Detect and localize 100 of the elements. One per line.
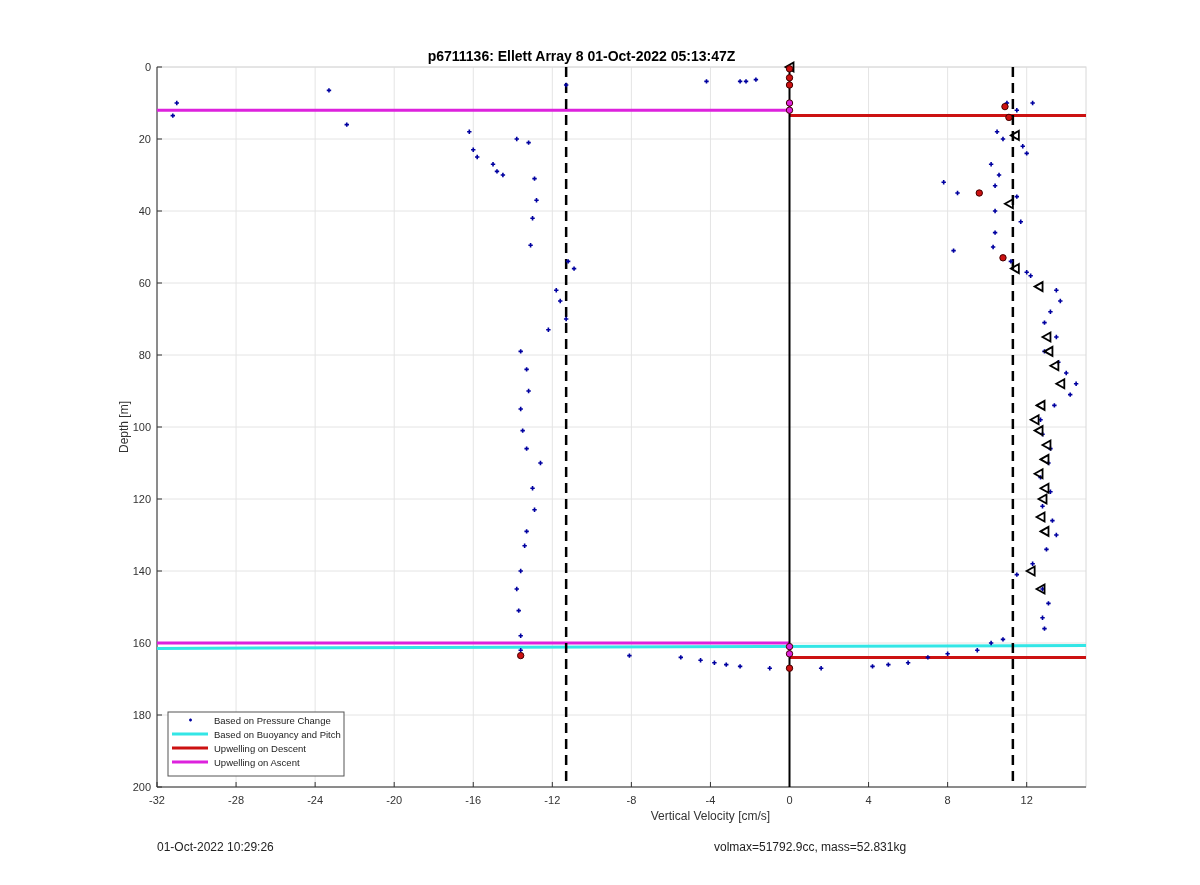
- data-point: [1049, 517, 1056, 524]
- data-point: [992, 182, 999, 189]
- data-point: [531, 506, 538, 513]
- data-point: [169, 112, 176, 119]
- x-tick-label: -8: [626, 794, 637, 806]
- data-point: [697, 657, 704, 664]
- x-tick-label: -16: [465, 794, 482, 806]
- data-point: [1051, 402, 1058, 409]
- data-point: [537, 460, 544, 466]
- data-point: [1043, 546, 1050, 553]
- triangle-marker: [1024, 564, 1036, 578]
- legend-label: Upwelling on Descent: [214, 742, 306, 754]
- y-tick-label: 180: [132, 709, 151, 721]
- legend-swatch: [172, 760, 208, 764]
- data-point: [517, 406, 524, 412]
- data-point: [885, 661, 892, 668]
- data-point: [513, 586, 520, 592]
- x-tick-label: -32: [149, 794, 165, 806]
- data-point: [1029, 560, 1036, 567]
- data-point: [752, 76, 759, 83]
- x-tick-label: 0: [786, 794, 793, 806]
- data-point: [527, 242, 534, 249]
- x-tick-label: -24: [307, 794, 324, 806]
- data-point: [517, 568, 524, 574]
- data-point: [513, 136, 520, 142]
- data-point: [924, 654, 931, 661]
- data-point: [1037, 416, 1044, 423]
- chart-title: p6711136: Ellett Array 8 01-Oct-2022 05:13:47Z: [427, 48, 736, 64]
- triangle-marker: [1032, 467, 1044, 480]
- triangle-marker: [1034, 399, 1046, 412]
- triangle-marker: [1048, 359, 1060, 372]
- dot-marker: [785, 642, 794, 651]
- legend-label: Upwelling on Ascent: [214, 756, 300, 768]
- data-point: [703, 78, 710, 85]
- data-point: [988, 161, 995, 168]
- y-tick-label: 0: [144, 61, 151, 73]
- data-point: [525, 139, 532, 146]
- data-point: [533, 197, 540, 204]
- data-point: [950, 247, 957, 254]
- triangle-marker: [1042, 345, 1054, 358]
- data-point: [737, 663, 744, 670]
- legend-swatch: [172, 746, 208, 750]
- data-point: [529, 485, 536, 492]
- data-point: [1057, 298, 1064, 304]
- y-tick-label: 60: [138, 277, 151, 289]
- data-point: [1013, 193, 1020, 200]
- data-point: [343, 121, 350, 128]
- x-tick-label: -20: [386, 794, 403, 806]
- triangle-marker: [1040, 438, 1052, 452]
- triangle-marker: [1038, 525, 1050, 538]
- x-tick-label: 4: [865, 794, 872, 806]
- data-point: [954, 190, 961, 196]
- data-point: [529, 215, 536, 222]
- data-point: [1039, 614, 1046, 621]
- x-tick-label: -28: [228, 794, 244, 806]
- triangle-marker: [1034, 582, 1046, 596]
- data-point: [325, 87, 332, 94]
- x-tick-label: -4: [705, 794, 716, 806]
- data-point: [1047, 308, 1054, 315]
- triangle-marker: [1038, 482, 1050, 495]
- data-point: [1067, 391, 1074, 398]
- data-point: [523, 445, 530, 452]
- x-tick-label: 12: [1020, 794, 1033, 806]
- data-point: [723, 661, 730, 668]
- data-point: [1007, 258, 1014, 265]
- data-point: [818, 665, 825, 672]
- y-tick-label: 140: [132, 565, 151, 577]
- triangle-marker: [783, 60, 795, 74]
- data-point: [1073, 380, 1080, 387]
- data-point: [988, 640, 995, 646]
- data-point: [545, 326, 552, 333]
- data-point: [1041, 348, 1048, 355]
- data-point: [517, 348, 524, 355]
- data-point: [523, 528, 530, 535]
- data-point: [940, 179, 947, 186]
- data-point: [905, 659, 912, 666]
- data-point: [1053, 532, 1060, 538]
- data-point: [531, 175, 538, 182]
- data-point: [173, 100, 180, 106]
- legend-label: Based on Pressure Change: [214, 714, 331, 726]
- dot-marker: [517, 651, 525, 660]
- data-point: [557, 298, 564, 304]
- y-tick-label: 40: [138, 205, 151, 217]
- triangle-marker: [1034, 510, 1046, 524]
- legend-marker: [188, 717, 193, 723]
- dot-marker: [999, 254, 1007, 262]
- data-point: [766, 665, 773, 672]
- x-tick-label: -12: [544, 794, 561, 806]
- timestamp-text: 01-Oct-2022 10:29:26: [157, 840, 274, 854]
- data-point: [1053, 287, 1060, 294]
- x-axis-label: Vertical Velocity [cm/s]: [650, 809, 771, 823]
- data-point: [466, 128, 473, 135]
- data-point: [626, 652, 633, 659]
- data-point: [1041, 319, 1048, 326]
- data-point: [523, 366, 530, 373]
- triangle-marker: [1003, 197, 1014, 210]
- data-point: [992, 229, 999, 236]
- data-point: [711, 659, 718, 666]
- data-point: [1053, 334, 1060, 340]
- data-point: [1037, 474, 1044, 481]
